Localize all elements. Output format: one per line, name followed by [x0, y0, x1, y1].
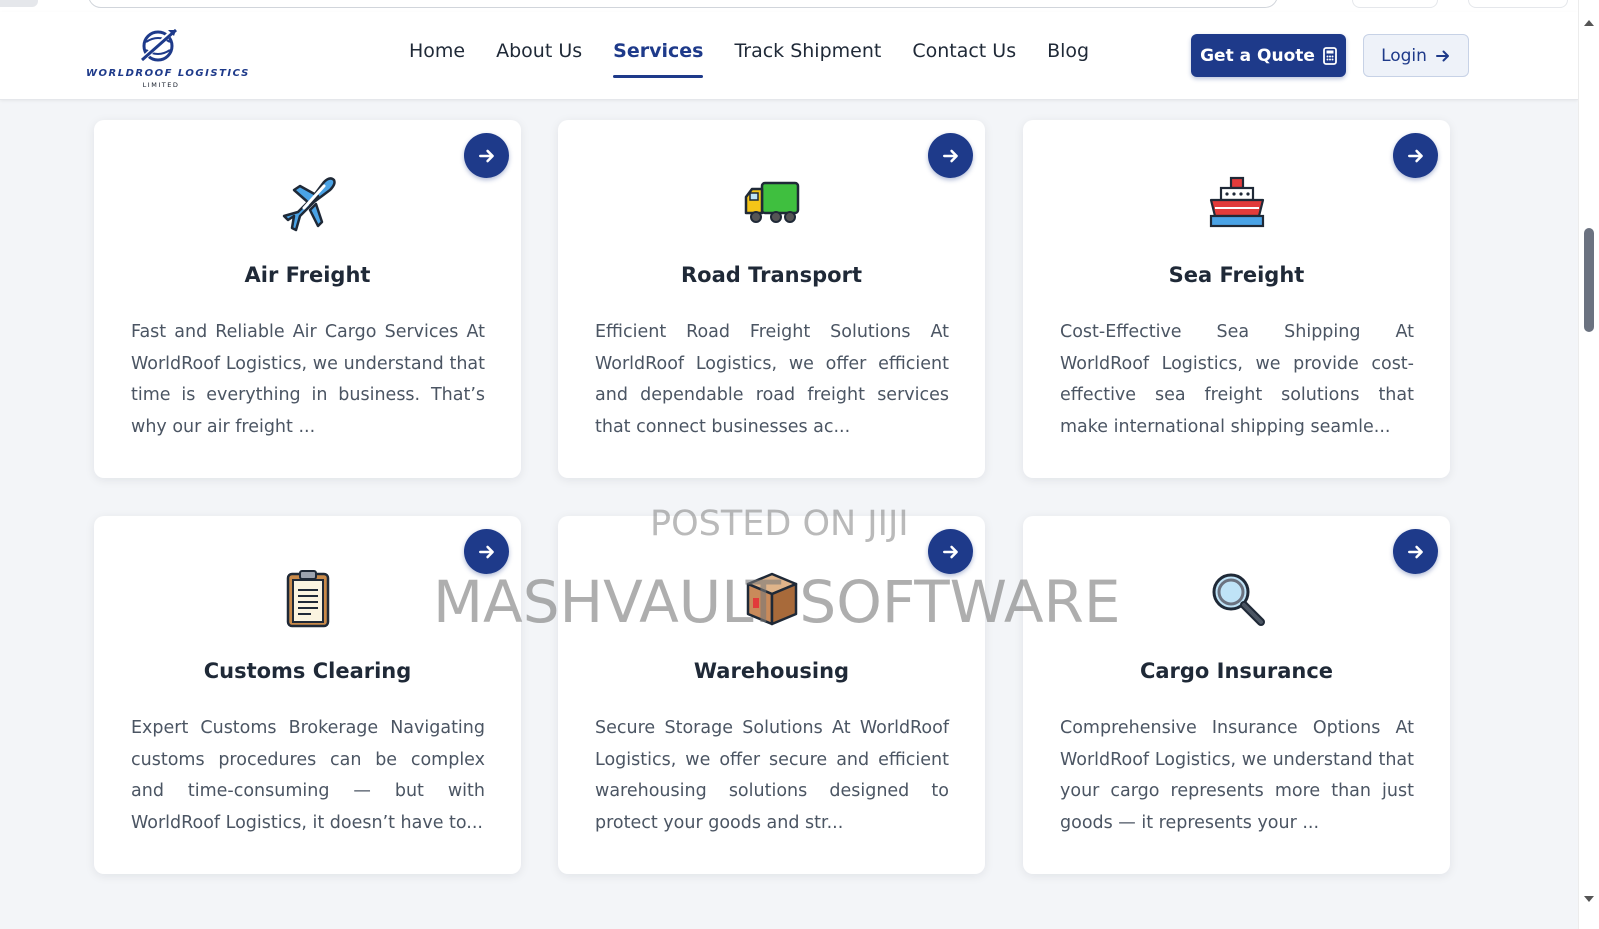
nav-blog[interactable]: Blog	[1047, 40, 1089, 70]
service-card-air-freight[interactable]: Air Freight Fast and Reliable Air Cargo …	[94, 120, 521, 478]
browser-button[interactable]	[1468, 0, 1568, 8]
card-title: Customs Clearing	[203, 659, 412, 683]
login-label: Login	[1381, 45, 1427, 66]
card-description: Expert Customs Brokerage Navigating cust…	[131, 718, 485, 833]
service-card-road-transport[interactable]: Road Transport Efficient Road Freight So…	[558, 120, 985, 478]
truck-icon	[558, 167, 985, 237]
service-card-cargo-insurance[interactable]: Cargo Insurance Comprehensive Insurance …	[1023, 516, 1450, 874]
card-title: Road Transport	[681, 263, 862, 287]
service-card-customs-clearing[interactable]: Customs Clearing Expert Customs Brokerag…	[94, 516, 521, 874]
page-scrollbar[interactable]	[1578, 0, 1599, 929]
arrow-right-icon	[1407, 545, 1423, 558]
card-title: Air Freight	[244, 263, 371, 287]
scroll-down-icon[interactable]	[1584, 896, 1594, 902]
card-title: Sea Freight	[1168, 263, 1305, 287]
site-header: WORLDROOF LOGISTICS LIMITED Home About U…	[0, 12, 1578, 100]
browser-chrome-strip	[0, 0, 1599, 12]
nav-contact-us[interactable]: Contact Us	[912, 40, 1016, 70]
airplane-icon	[94, 167, 521, 237]
get-a-quote-button[interactable]: Get a Quote	[1191, 34, 1346, 77]
card-description: Fast and Reliable Air Cargo Services At …	[131, 322, 485, 437]
arrow-right-icon	[1407, 149, 1423, 162]
service-card-warehousing[interactable]: Warehousing Secure Storage Solutions At …	[558, 516, 985, 874]
browser-button[interactable]	[1352, 0, 1438, 8]
arrow-right-icon	[1435, 50, 1449, 61]
quote-label: Get a Quote	[1200, 45, 1315, 66]
calculator-icon	[1323, 46, 1337, 65]
login-button[interactable]: Login	[1363, 34, 1469, 77]
clipboard-icon	[94, 563, 521, 633]
service-card-sea-freight[interactable]: Sea Freight Cost-Effective Sea Shipping …	[1023, 120, 1450, 478]
card-title: Cargo Insurance	[1139, 659, 1334, 683]
nav-home[interactable]: Home	[409, 40, 465, 70]
nav-about-us[interactable]: About Us	[496, 40, 582, 70]
main-nav: Home About Us Services Track Shipment Co…	[409, 40, 1089, 78]
scrollbar-thumb[interactable]	[1584, 228, 1594, 332]
card-description: Comprehensive Insurance Options At World…	[1060, 718, 1414, 833]
package-icon	[558, 563, 985, 633]
browser-tab-stub[interactable]	[0, 0, 38, 7]
scroll-up-icon[interactable]	[1584, 20, 1594, 26]
magnifier-icon	[1023, 563, 1450, 633]
nav-track-shipment[interactable]: Track Shipment	[734, 40, 881, 70]
arrow-right-icon	[942, 149, 958, 162]
brand-logo[interactable]: WORLDROOF LOGISTICS LIMITED	[86, 24, 250, 89]
card-title: Warehousing	[693, 659, 850, 683]
brand-name: WORLDROOF LOGISTICS	[86, 68, 250, 79]
address-bar[interactable]	[88, 0, 1278, 8]
arrow-right-icon	[942, 545, 958, 558]
brand-sub: LIMITED	[142, 81, 180, 89]
card-description: Efficient Road Freight Solutions At Worl…	[595, 322, 949, 437]
arrow-right-icon	[478, 545, 494, 558]
arrow-right-icon	[478, 149, 494, 162]
card-description: Secure Storage Solutions At WorldRoof Lo…	[595, 718, 949, 833]
globe-logo-icon	[141, 28, 177, 62]
nav-services[interactable]: Services	[613, 40, 704, 78]
card-description: Cost-Effective Sea Shipping At WorldRoof…	[1060, 322, 1414, 437]
ship-icon	[1023, 167, 1450, 237]
